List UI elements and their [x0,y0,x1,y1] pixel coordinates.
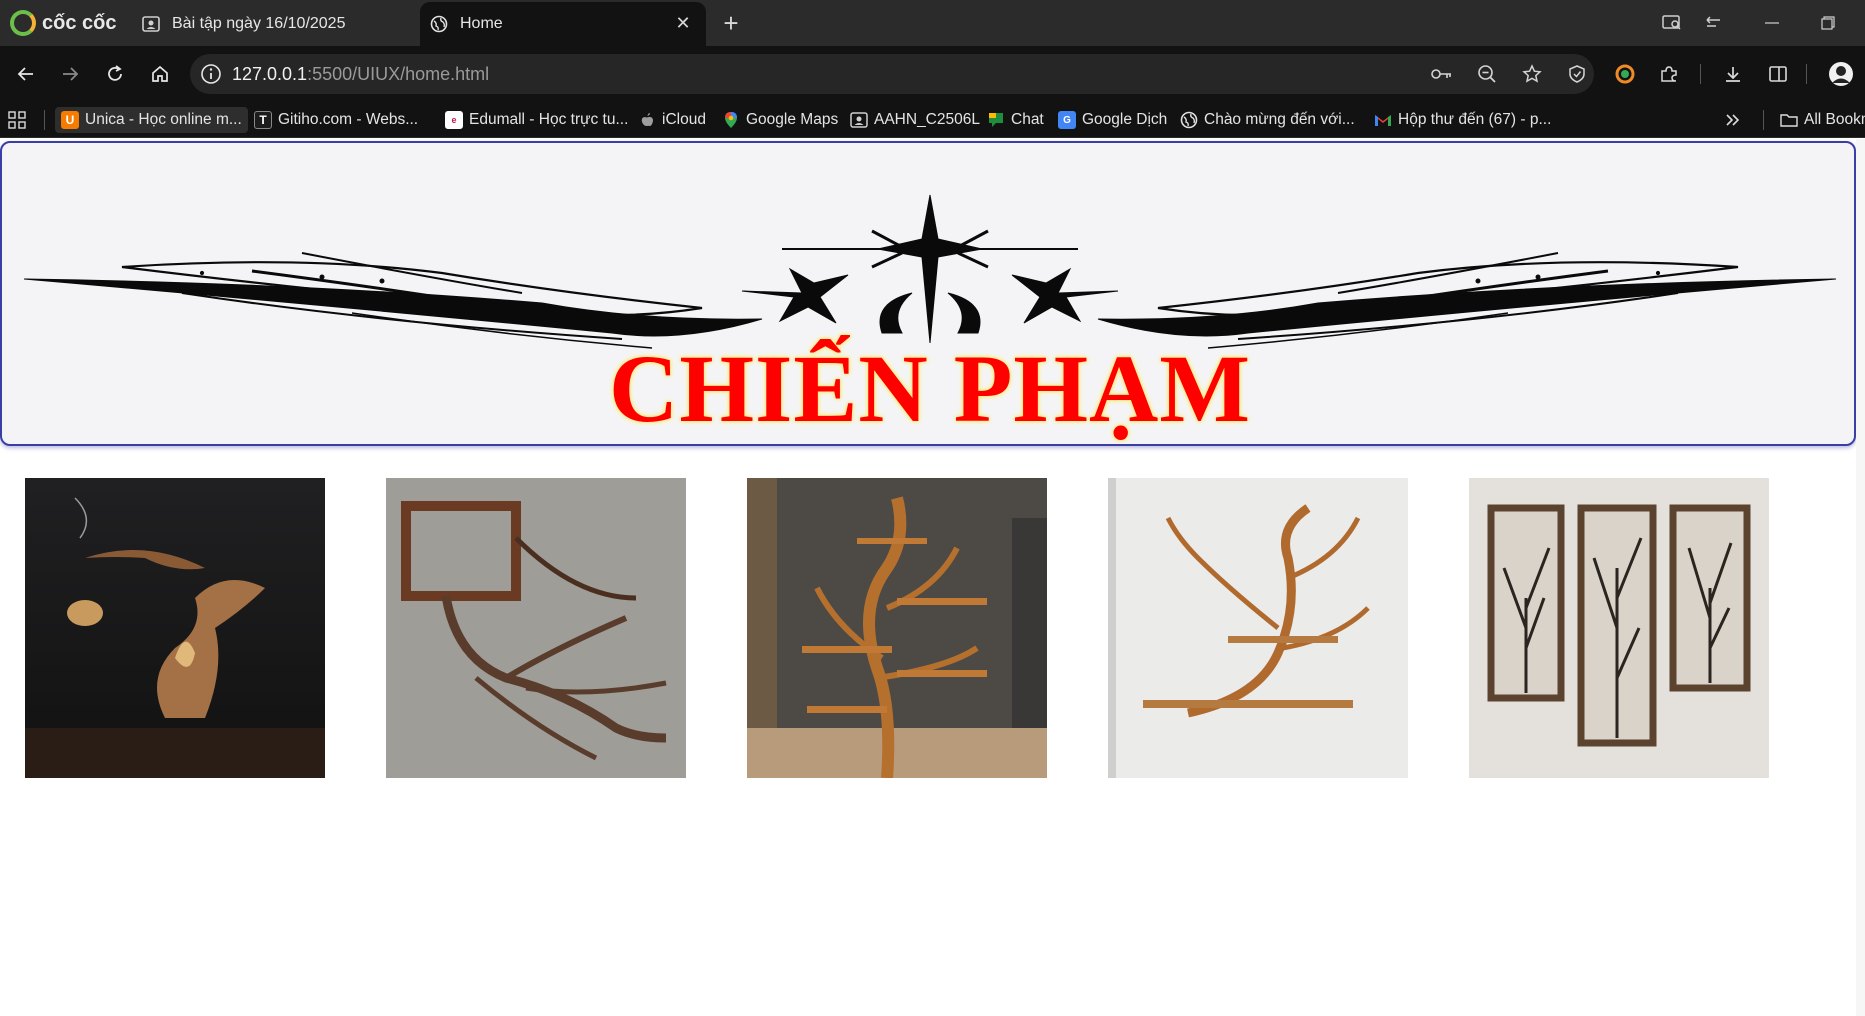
all-bookmarks-folder[interactable]: All Bookm [1780,107,1865,133]
new-tab-button[interactable]: + [718,8,744,38]
bookmark-label: Google Dịch [1082,111,1168,128]
search-tabs-icon[interactable] [1654,8,1690,38]
google-maps-icon [722,111,740,129]
back-forward-tabs-icon[interactable] [1696,8,1732,38]
url-text[interactable]: 127.0.0.1:5500/UIUX/home.html [232,54,489,94]
image-gallery [25,478,1825,778]
browser-brand[interactable]: cốc cốc [10,10,116,36]
profile-page-icon [142,15,160,33]
bookmark-label: Unica - Học online m... [85,111,242,128]
download-icon[interactable] [1717,58,1749,90]
gallery-image-driftwood-sculpture[interactable] [25,478,325,778]
toolbar-divider [1700,64,1701,84]
split-view-icon[interactable] [1762,58,1794,90]
url-host: 127.0.0.1 [232,64,308,84]
bookmark-google-dich[interactable]: G Google Dịch [1058,107,1167,133]
reload-icon[interactable] [99,58,131,90]
address-bar[interactable]: 127.0.0.1:5500/UIUX/home.html [190,54,1594,94]
bookmark-label: All Bookm [1804,111,1865,128]
home-icon[interactable] [144,58,176,90]
avatar[interactable] [1825,58,1857,90]
google-chat-icon [987,111,1005,129]
header-banner: CHIẾN PHẠM [0,141,1856,446]
coccoc-logo-icon [10,10,36,36]
bookmarks-divider [1763,110,1764,130]
page-viewport: CHIẾN PHẠM [0,139,1865,1016]
edumall-icon: e [445,111,463,129]
coccoc-extension-icon[interactable] [1609,58,1641,90]
bookmark-star-icon[interactable] [1520,62,1544,86]
bookmark-aahn[interactable]: AAHN_C2506L [850,107,980,133]
bookmark-label: Edumall - Học trực tu... [469,111,629,128]
tab-bai-tap[interactable]: Bài tập ngày 16/10/2025 [138,2,418,46]
bookmark-chat[interactable]: Chat [987,107,1044,133]
page-scrollbar[interactable] [1856,139,1865,1016]
url-path: :5500/UIUX/home.html [307,64,490,84]
back-icon[interactable] [10,58,42,90]
apps-grid-icon[interactable] [8,107,26,133]
page-title: CHIẾN PHẠM [609,335,1251,442]
bookmark-gitiho[interactable]: T Gitiho.com - Webs... [254,107,418,133]
bookmarks-bar: U Unica - Học online m... T Gitiho.com -… [0,102,1865,138]
profile-icon [850,111,868,129]
toolbar-divider [1806,64,1807,84]
bookmark-label: Google Maps [746,111,839,128]
more-bookmarks-icon[interactable] [1725,107,1741,133]
tab-title: Bài tập ngày 16/10/2025 [172,15,346,32]
bookmark-unica[interactable]: U Unica - Học online m... [55,107,248,133]
extensions-puzzle-icon[interactable] [1653,58,1685,90]
bookmark-gmail[interactable]: Hộp thư đến (67) - p... [1374,107,1551,133]
gallery-image-branch-shelves[interactable] [1108,478,1408,778]
tab-title: Home [460,15,503,32]
bookmark-label: AAHN_C2506L [874,111,980,128]
google-translate-icon: G [1058,111,1076,129]
password-key-icon[interactable] [1430,62,1454,86]
bookmark-icloud[interactable]: iCloud [638,107,706,133]
brand-label: cốc cốc [42,11,117,34]
restore-icon[interactable] [1810,8,1846,38]
close-tab-icon[interactable]: ✕ [674,14,692,32]
folder-icon [1780,111,1798,129]
tab-home[interactable]: Home ✕ [420,2,706,46]
bookmark-edumall[interactable]: e Edumall - Học trực tu... [445,107,628,133]
bookmark-label: Hộp thư đến (67) - p... [1398,111,1552,128]
tab-strip: cốc cốc Bài tập ngày 16/10/2025 Home ✕ + [0,0,1865,46]
gitiho-icon: T [254,111,272,129]
forward-icon[interactable] [54,58,86,90]
bookmarks-divider [44,110,45,130]
gallery-image-tree-shelf[interactable] [747,478,1047,778]
shield-icon[interactable] [1565,62,1589,86]
bookmark-label: Chat [1011,111,1044,128]
zoom-out-icon[interactable] [1475,62,1499,86]
bookmark-google-maps[interactable]: Google Maps [722,107,838,133]
unica-icon: U [61,111,79,129]
site-info-icon[interactable] [200,63,222,85]
bookmark-label: Chào mừng đến với... [1204,111,1355,128]
bookmark-chao-mung[interactable]: Chào mừng đến với... [1180,107,1355,133]
gallery-image-branch-frame[interactable] [386,478,686,778]
browser-toolbar: 127.0.0.1:5500/UIUX/home.html [0,46,1865,102]
apple-icon [638,111,656,129]
gmail-icon [1374,111,1392,129]
bookmark-label: iCloud [662,111,706,128]
globe-icon [430,15,448,33]
gallery-image-tree-triptych[interactable] [1469,478,1769,778]
bookmark-label: Gitiho.com - Webs... [278,111,419,128]
globe-icon [1180,111,1198,129]
minimize-icon[interactable] [1754,8,1790,38]
